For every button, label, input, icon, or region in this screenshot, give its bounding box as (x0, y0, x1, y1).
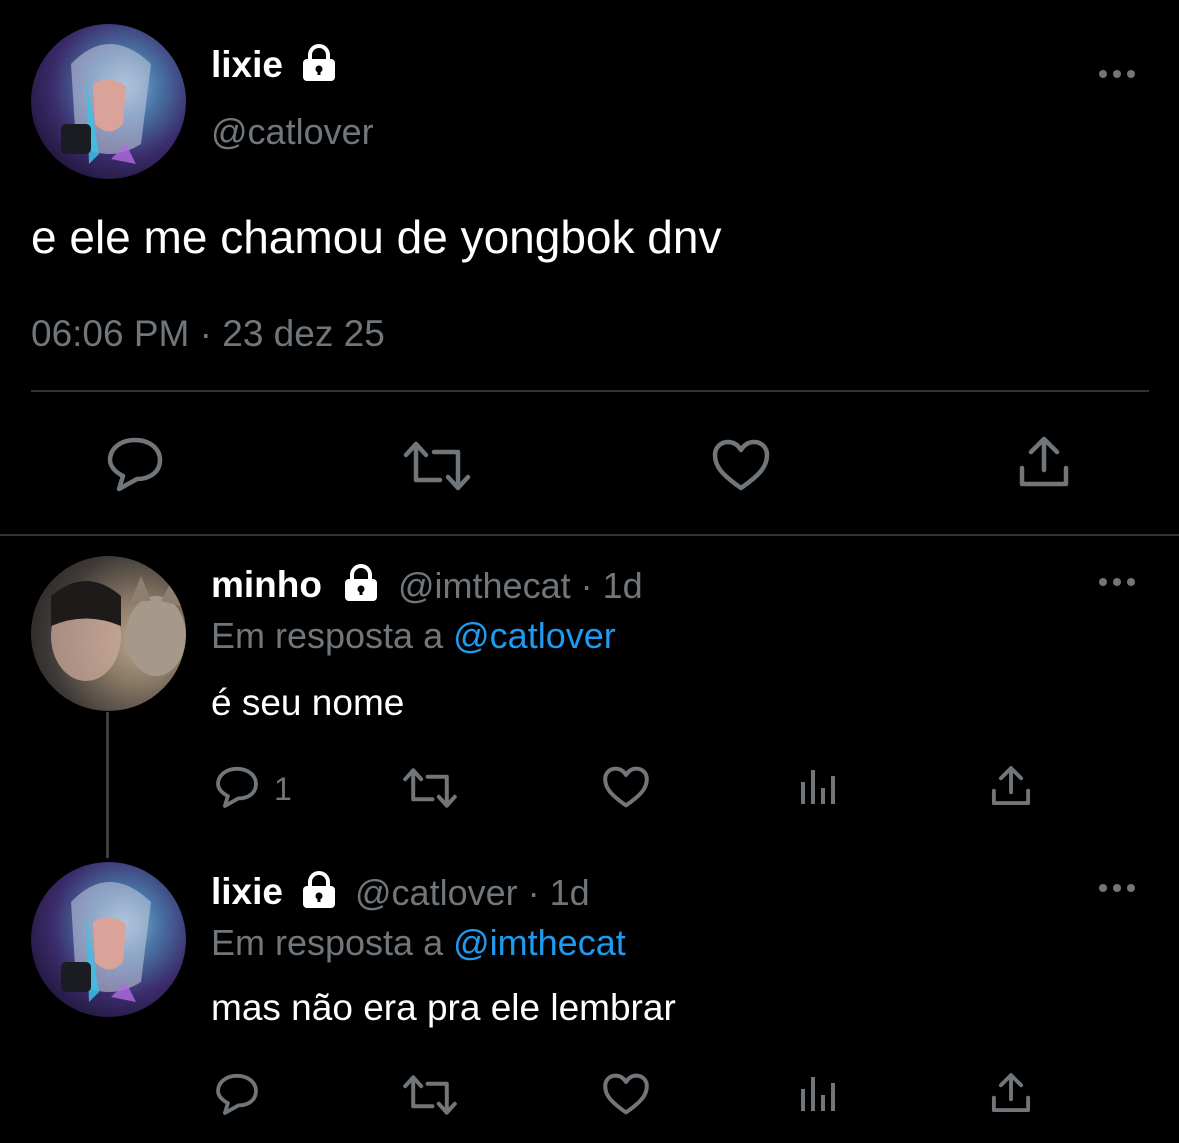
divider (31, 390, 1149, 392)
more-icon[interactable] (1098, 68, 1136, 80)
handle-time[interactable]: @catlover · 1d (355, 872, 590, 914)
avatar-art (61, 44, 151, 164)
retweet-icon[interactable] (402, 440, 472, 492)
reply-icon[interactable] (214, 765, 260, 809)
lock-icon (340, 564, 382, 602)
reply-to-link[interactable]: @catlover (453, 615, 616, 656)
reply-icon[interactable] (214, 1072, 260, 1116)
lock-icon (298, 44, 340, 82)
display-name[interactable]: lixie (211, 871, 283, 913)
share-icon[interactable] (1017, 434, 1071, 490)
thread-line (106, 712, 109, 858)
reply-prefix: Em resposta a (211, 615, 444, 656)
like-icon[interactable] (602, 765, 650, 809)
section-divider (0, 534, 1179, 536)
reply-context: Em resposta a @imthecat (211, 922, 626, 964)
share-icon[interactable] (990, 1071, 1032, 1115)
avatar-art (51, 576, 186, 681)
avatar[interactable] (31, 556, 186, 711)
like-icon[interactable] (602, 1072, 650, 1116)
reply-to-link[interactable]: @imthecat (453, 922, 626, 963)
share-icon[interactable] (990, 764, 1032, 808)
avatar[interactable] (31, 24, 186, 179)
tweet-text: é seu nome (211, 682, 405, 723)
retweet-icon[interactable] (402, 767, 458, 809)
lock-icon (298, 871, 340, 909)
like-icon[interactable] (711, 438, 771, 492)
reply-count: 1 (274, 771, 292, 807)
retweet-icon[interactable] (402, 1074, 458, 1116)
handle-time[interactable]: @imthecat · 1d (398, 565, 643, 607)
tweet-text: e ele me chamou de yongbok dnv (31, 211, 722, 263)
more-icon[interactable] (1098, 882, 1136, 894)
reply-icon[interactable] (105, 435, 165, 493)
handle[interactable]: @catlover (211, 111, 374, 153)
avatar-art (61, 882, 151, 1002)
reply-context: Em resposta a @catlover (211, 615, 616, 657)
reply-prefix: Em resposta a (211, 922, 444, 963)
display-name[interactable]: minho (211, 564, 322, 606)
tweet-text: mas não era pra ele lembrar (211, 987, 676, 1028)
avatar[interactable] (31, 862, 186, 1017)
timestamp[interactable]: 06:06 PM · 23 dez 25 (31, 313, 385, 355)
display-name[interactable]: lixie (211, 44, 283, 86)
views-icon[interactable] (798, 1073, 838, 1113)
views-icon[interactable] (798, 766, 838, 806)
more-icon[interactable] (1098, 576, 1136, 588)
